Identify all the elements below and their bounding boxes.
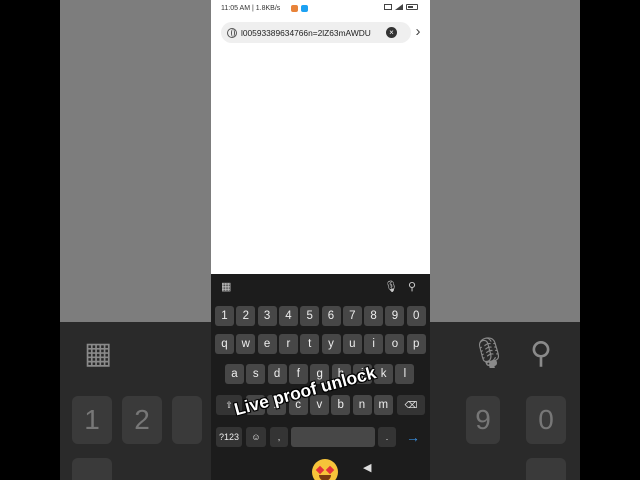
space-key[interactable] [291,427,375,447]
back-icon[interactable]: ◀ [363,461,371,474]
key-y[interactable]: y [321,334,341,354]
blurred-grid-icon: ▦ [84,337,113,370]
key-t[interactable]: t [300,334,320,354]
grid-icon[interactable]: ▦ [221,280,231,293]
key-q[interactable]: q [215,334,234,354]
video-frame: ▦ 🎙 ⚲ 1 2 9 0 11:05 AM | 1.8KB/s × › ▦ [0,0,640,480]
key-w[interactable]: w [236,334,256,354]
symbols-key[interactable]: ?123 [216,427,242,447]
star-struck-emoji [312,459,338,480]
key-n[interactable]: n [352,395,372,415]
period-key[interactable]: . [378,427,396,447]
signal-icon [395,4,403,10]
status-bar: 11:05 AM | 1.8KB/s [211,0,430,18]
chevron-right-icon[interactable]: › [411,24,425,40]
notification-icon [301,5,308,12]
status-icons [384,4,418,10]
clear-icon[interactable]: × [386,27,397,38]
battery-icon [406,4,418,10]
url-input[interactable] [241,27,383,38]
key-7[interactable]: 7 [342,306,362,326]
status-time: 11:05 AM | 1.8KB/s [221,5,281,12]
key-i[interactable]: i [364,334,384,354]
search-icon[interactable]: ⚲ [408,280,416,293]
key-0[interactable]: 0 [406,306,426,326]
blurred-key [72,458,112,480]
blurred-key: 2 [122,396,162,444]
key-s[interactable]: s [246,364,266,384]
enter-key[interactable]: → [400,427,426,447]
mic-icon[interactable]: 🎙 [384,280,398,293]
nfc-icon [384,4,392,10]
key-m[interactable]: m [373,395,393,415]
key-p[interactable]: p [406,334,426,354]
backspace-key[interactable]: ⌫ [397,395,425,415]
key-2[interactable]: 2 [236,306,256,326]
key-8[interactable]: 8 [364,306,384,326]
key-a[interactable]: a [225,364,244,384]
key-1[interactable]: 1 [215,306,234,326]
key-o[interactable]: o [385,334,405,354]
key-4[interactable]: 4 [278,306,298,326]
key-5[interactable]: 5 [300,306,320,326]
comma-key[interactable]: , [270,427,288,447]
globe-icon [227,27,237,38]
key-l[interactable]: l [395,364,415,384]
key-b[interactable]: b [331,395,351,415]
keyboard-toolbar: ▦ 🎙 ⚲ [211,274,430,300]
address-bar[interactable]: × [221,22,411,43]
key-d[interactable]: d [267,364,287,384]
blurred-key: 0 [526,396,566,444]
blurred-key [172,396,202,444]
blurred-mic-icon: 🎙 [470,337,509,370]
key-6[interactable]: 6 [321,306,341,326]
key-u[interactable]: u [342,334,362,354]
key-e[interactable]: e [257,334,277,354]
key-r[interactable]: r [278,334,298,354]
emoji-key[interactable]: ☺ [246,427,266,447]
blurred-key: 1 [72,396,112,444]
key-3[interactable]: 3 [257,306,277,326]
blurred-key [526,458,566,480]
notification-icon [291,5,298,12]
key-9[interactable]: 9 [385,306,405,326]
blurred-search-icon: ⚲ [530,337,552,370]
blurred-key: 9 [466,396,500,444]
